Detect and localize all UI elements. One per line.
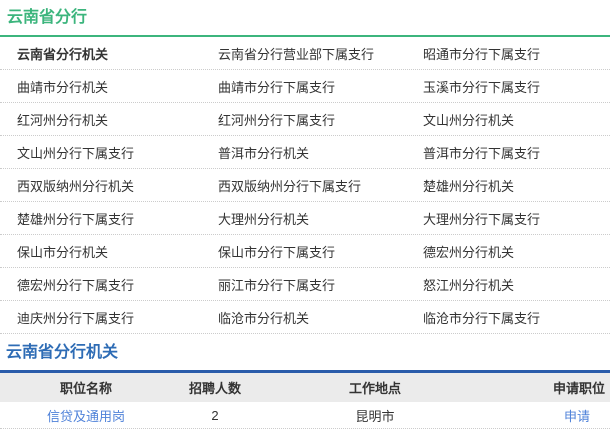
recruit-count: 2 (211, 407, 219, 423)
branch-link[interactable]: 西双版纳州分行下属支行 (218, 176, 423, 195)
branch-link[interactable]: 红河州分行机关 (17, 110, 218, 129)
org-section-header: 云南省分行机关 (0, 334, 610, 370)
position-link[interactable]: 信贷及通用岗 (47, 409, 125, 424)
branch-link[interactable]: 保山市分行下属支行 (218, 242, 423, 261)
branch-link[interactable]: 玉溪市分行下属支行 (423, 77, 610, 96)
branch-grid-row: 西双版纳州分行机关 西双版纳州分行下属支行 楚雄州分行机关 (0, 169, 610, 202)
branch-link[interactable]: 云南省分行营业部下属支行 (218, 44, 423, 63)
branch-link[interactable]: 曲靖市分行机关 (17, 77, 218, 96)
branch-link[interactable]: 德宏州分行下属支行 (17, 275, 218, 294)
branch-grid-row: 云南省分行机关 云南省分行营业部下属支行 昭通市分行下属支行 (0, 37, 610, 70)
branch-link[interactable]: 云南省分行机关 (17, 44, 218, 63)
job-table-row: 信贷及通用岗 2 昆明市 申请 (0, 402, 610, 429)
branch-link[interactable]: 普洱市分行下属支行 (423, 143, 610, 162)
branch-link[interactable]: 文山州分行下属支行 (17, 143, 218, 162)
branch-link[interactable]: 迪庆州分行下属支行 (17, 308, 218, 327)
column-header-apply: 申请职位 (552, 381, 605, 396)
job-table-header-row: 职位名称 招聘人数 工作地点 申请职位 (0, 373, 610, 402)
branch-link[interactable]: 文山州分行机关 (423, 110, 610, 129)
branch-link[interactable]: 丽江市分行下属支行 (218, 275, 423, 294)
branch-link[interactable]: 临沧市分行下属支行 (423, 308, 610, 327)
column-header-position: 职位名称 (59, 381, 112, 396)
branch-grid-row: 文山州分行下属支行 普洱市分行机关 普洱市分行下属支行 (0, 136, 610, 169)
page: 云南省分行 云南省分行机关 云南省分行营业部下属支行 昭通市分行下属支行 曲靖市… (0, 0, 610, 429)
branch-link[interactable]: 德宏州分行机关 (423, 242, 610, 261)
apply-link[interactable]: 申请 (564, 409, 590, 424)
branch-section-title: 云南省分行 (7, 9, 88, 26)
branch-link[interactable]: 普洱市分行机关 (218, 143, 423, 162)
branch-link[interactable]: 楚雄州分行机关 (423, 176, 610, 195)
branch-link[interactable]: 怒江州分行机关 (423, 275, 610, 294)
branch-grid-row: 曲靖市分行机关 曲靖市分行下属支行 玉溪市分行下属支行 (0, 70, 610, 103)
branch-link[interactable]: 楚雄州分行下属支行 (17, 209, 218, 228)
org-section-title: 云南省分行机关 (6, 344, 119, 361)
branch-link[interactable]: 保山市分行机关 (17, 242, 218, 261)
branch-grid-row: 红河州分行机关 红河州分行下属支行 文山州分行机关 (0, 103, 610, 136)
column-header-location: 工作地点 (348, 381, 401, 396)
branch-link[interactable]: 昭通市分行下属支行 (423, 44, 610, 63)
job-table: 职位名称 招聘人数 工作地点 申请职位 信贷及通用岗 2 昆明市 申请 (0, 373, 610, 429)
branch-link[interactable]: 红河州分行下属支行 (218, 110, 423, 129)
branch-grid: 云南省分行机关 云南省分行营业部下属支行 昭通市分行下属支行 曲靖市分行机关 曲… (0, 37, 610, 334)
branch-link[interactable]: 曲靖市分行下属支行 (218, 77, 423, 96)
branch-link[interactable]: 大理州分行下属支行 (423, 209, 610, 228)
branch-grid-row: 迪庆州分行下属支行 临沧市分行机关 临沧市分行下属支行 (0, 301, 610, 334)
branch-grid-row: 楚雄州分行下属支行 大理州分行机关 大理州分行下属支行 (0, 202, 610, 235)
branch-link[interactable]: 临沧市分行机关 (218, 308, 423, 327)
branch-grid-row: 德宏州分行下属支行 丽江市分行下属支行 怒江州分行机关 (0, 268, 610, 301)
branch-section-header: 云南省分行 (0, 0, 610, 37)
column-header-count: 招聘人数 (188, 381, 241, 396)
work-location: 昆明市 (355, 408, 395, 424)
branch-link[interactable]: 西双版纳州分行机关 (17, 176, 218, 195)
branch-grid-row: 保山市分行机关 保山市分行下属支行 德宏州分行机关 (0, 235, 610, 268)
branch-link[interactable]: 大理州分行机关 (218, 209, 423, 228)
